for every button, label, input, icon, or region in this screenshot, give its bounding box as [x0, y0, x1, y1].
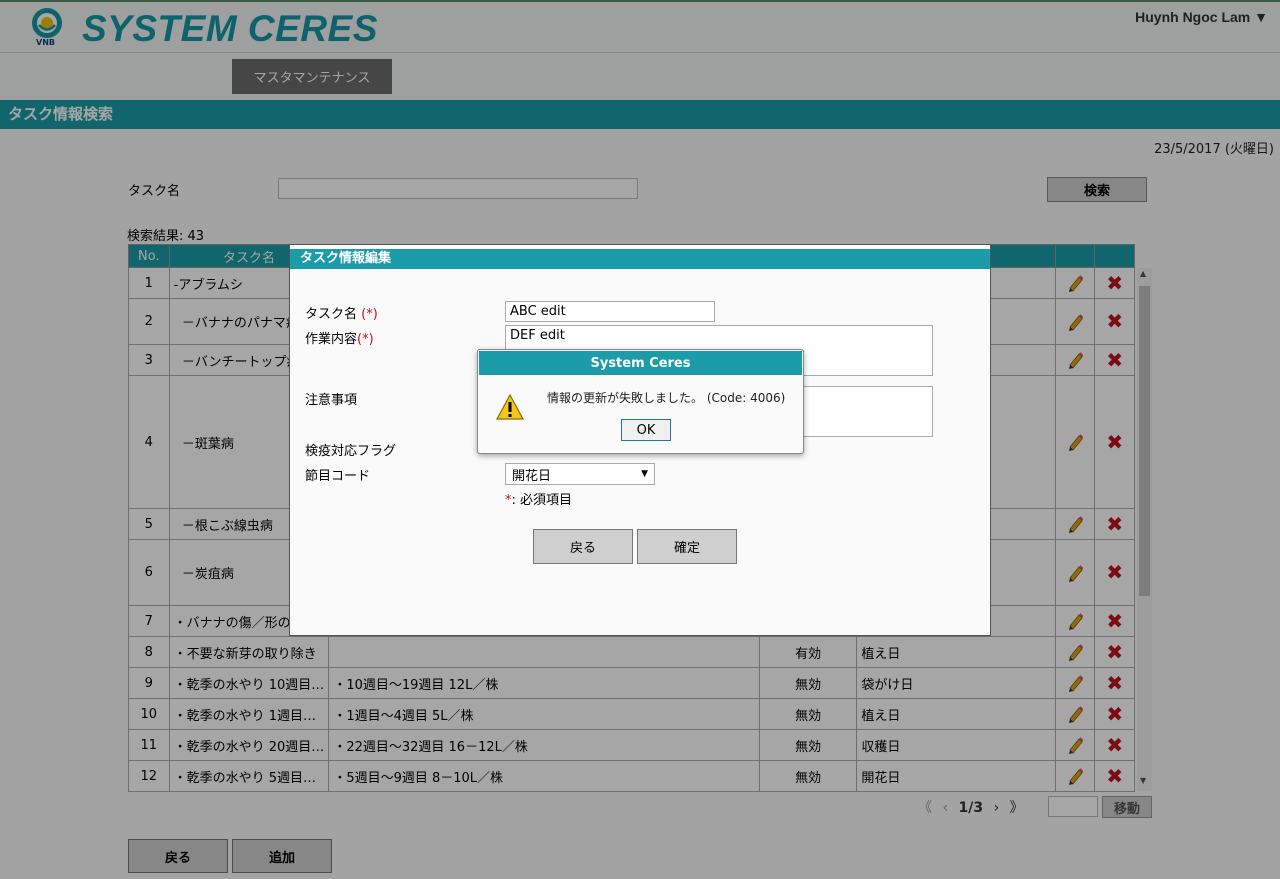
modal-confirm-button[interactable]: 確定 [637, 529, 737, 564]
quarantine-flag-label: 検疫対応フラグ [305, 444, 397, 459]
modal-title: タスク情報編集 [290, 249, 990, 269]
warning-icon [495, 393, 525, 420]
modal-back-button[interactable]: 戻る [533, 529, 633, 564]
dropdown-arrow-icon: ▼ [641, 469, 648, 479]
alert-ok-button[interactable]: OK [621, 419, 671, 441]
task-name-field[interactable]: ABC edit [505, 301, 715, 322]
required-note: *: 必須項目 [505, 493, 573, 508]
notes-label: 注意事項 [305, 393, 358, 408]
alert-title: System Ceres [479, 351, 802, 375]
alert-message: 情報の更新が失敗しました。 (Code: 4006) [547, 391, 786, 405]
season-code-value: 開花日 [512, 468, 552, 484]
season-code-select[interactable]: 開花日 ▼ [505, 463, 655, 485]
season-code-label: 節目コード [305, 469, 371, 484]
work-content-label: 作業内容(*) [305, 332, 374, 347]
task-name-label: タスク名 (*) [305, 307, 378, 322]
